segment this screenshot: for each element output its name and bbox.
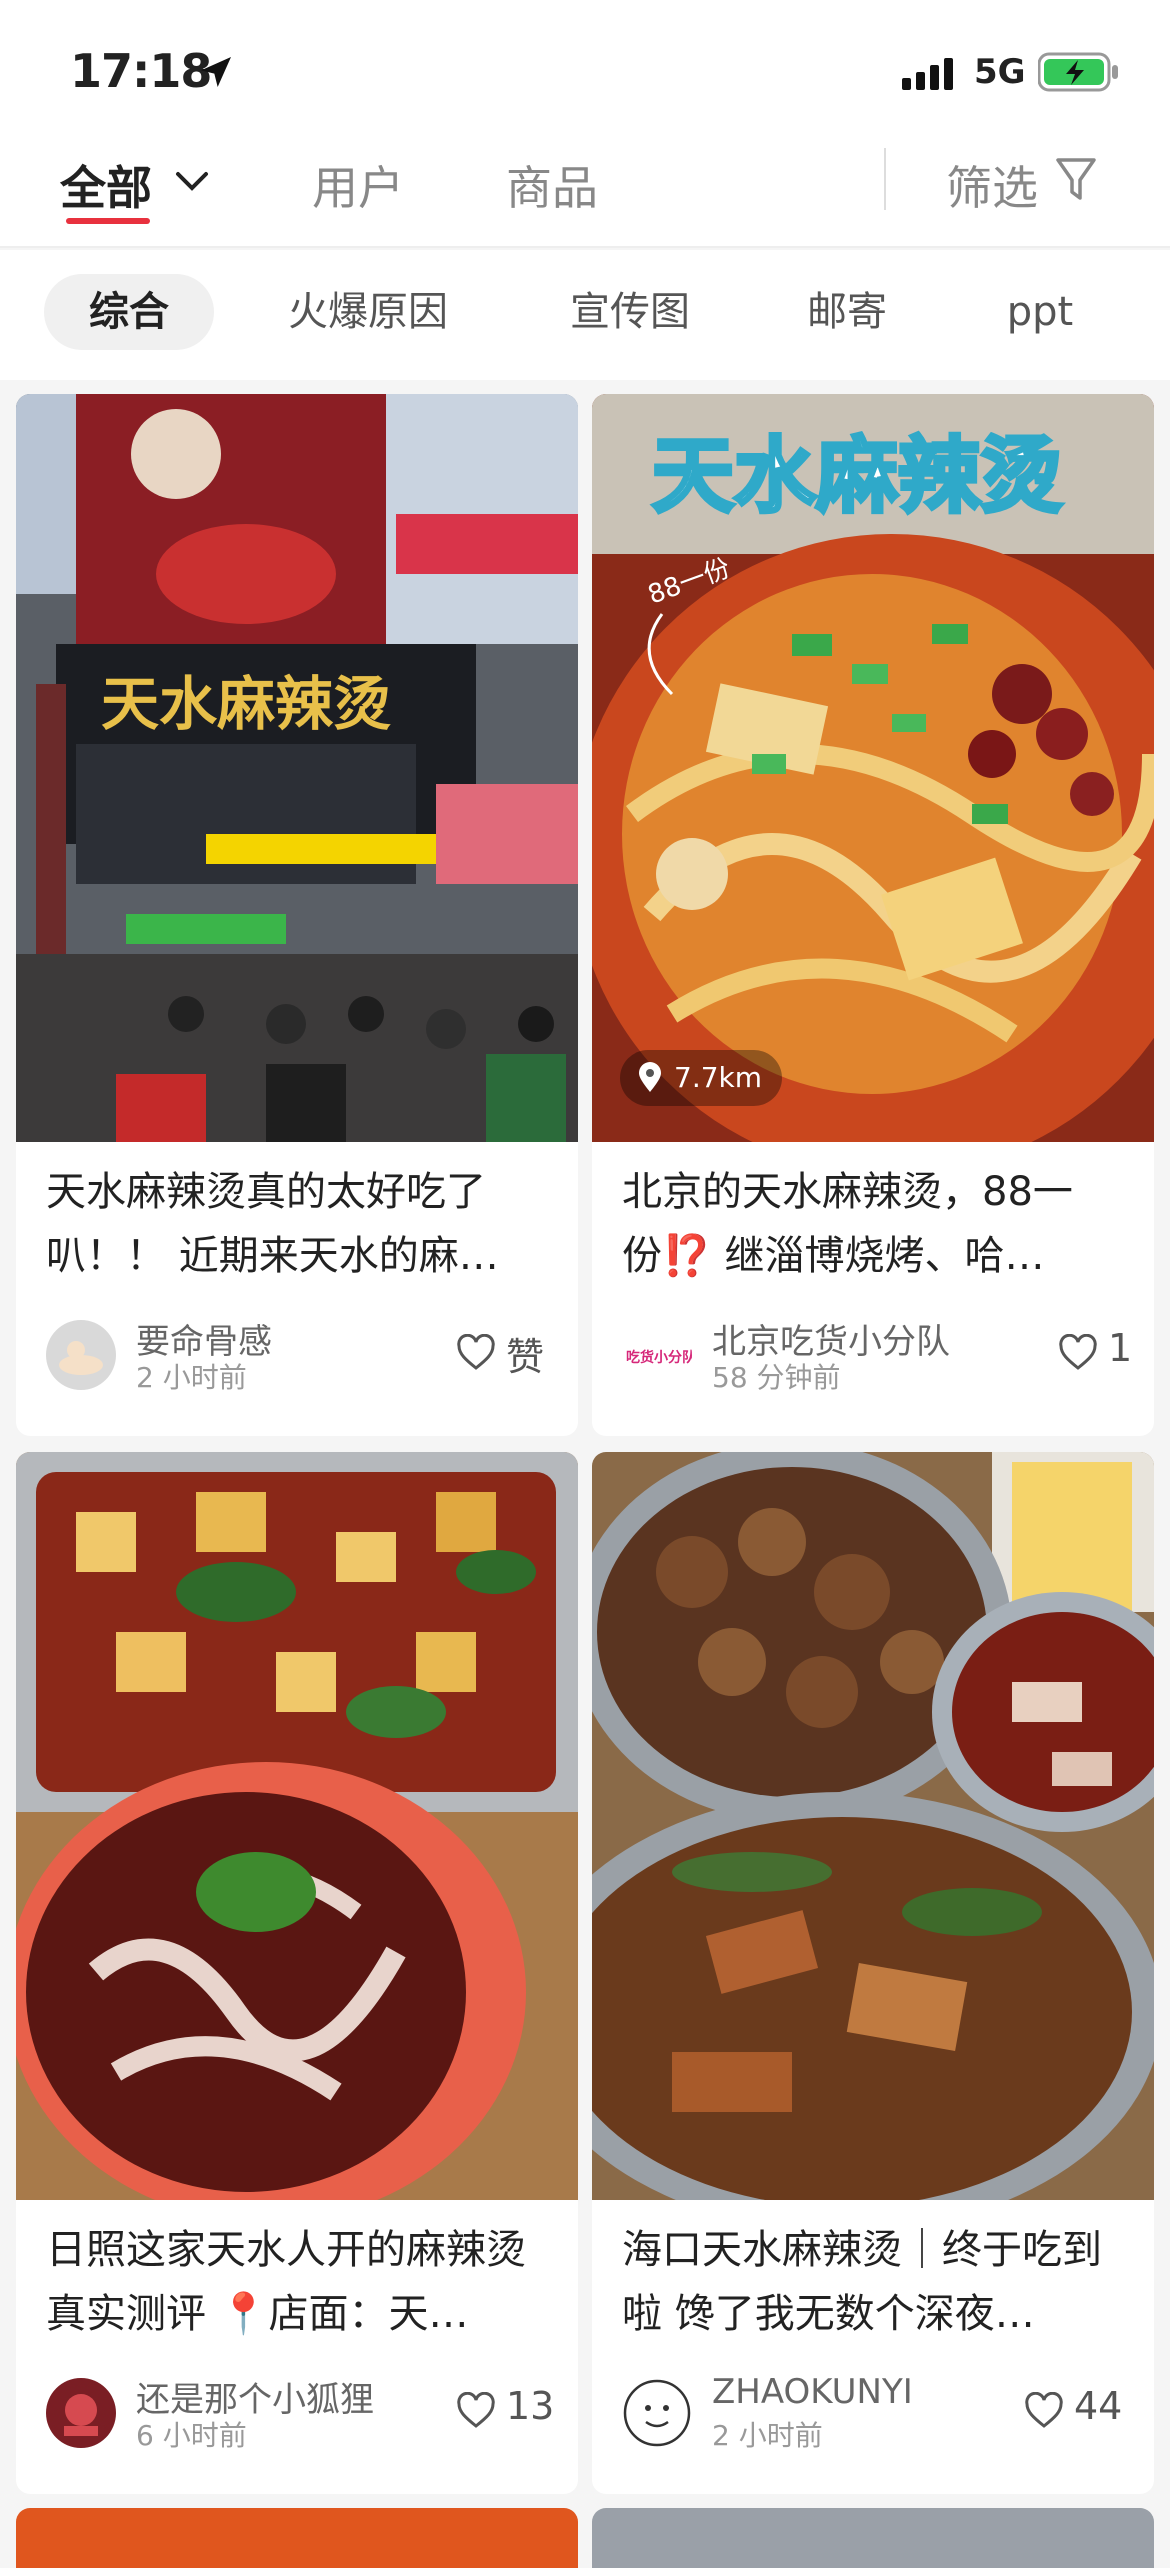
active-tab-indicator <box>66 218 150 224</box>
note-card[interactable]: 天水麻辣烫 88一份 7.7km 北京的天水麻辣烫，88一份⁉️ 继淄博烧烤、哈… <box>592 394 1154 1436</box>
bowls-of-food-photo[interactable] <box>592 1452 1154 2200</box>
heart-icon[interactable] <box>1058 1334 1098 1372</box>
status-bar: 17:18 5G <box>0 0 1170 140</box>
chip-comprehensive[interactable]: 综合 <box>44 274 214 350</box>
network-type: 5G <box>974 52 1026 92</box>
filter-funnel-icon[interactable] <box>1054 156 1098 204</box>
signal-icon <box>902 58 953 90</box>
avatar[interactable] <box>46 2378 116 2448</box>
post-time: 6 小时前 <box>136 2419 247 2452</box>
note-card[interactable]: 日照这家天水人开的麻辣烫真实测评 📍店面：天… 还是那个小狐狸 6 小时前 13 <box>16 1452 578 2494</box>
avatar[interactable] <box>622 2378 692 2448</box>
tab-all[interactable]: 全部 <box>60 152 152 224</box>
storefront-sign-text: 天水麻辣烫 <box>101 670 391 738</box>
note-card[interactable]: 天水麻辣烫 天水麻辣烫真的太好吃了叭！！ 近期来天水的麻… 要命骨感 2 小时前… <box>16 394 578 1436</box>
post-time: 58 分钟前 <box>712 1361 841 1394</box>
chip-popular-reason[interactable]: 火爆原因 <box>268 274 468 350</box>
like-count[interactable]: 1 <box>1108 1326 1132 1370</box>
storefront-photo[interactable]: 天水麻辣烫 <box>16 394 578 1142</box>
heart-icon[interactable] <box>456 2392 496 2430</box>
chip-promo-image[interactable]: 宣传图 <box>540 274 720 350</box>
like-count[interactable]: 44 <box>1074 2384 1122 2428</box>
dish-banner-text: 天水麻辣烫 <box>652 429 1062 524</box>
tab-goods[interactable]: 商品 <box>506 152 598 218</box>
post-time: 2 小时前 <box>136 1361 247 1394</box>
chevron-down-icon[interactable] <box>172 168 212 196</box>
tab-divider <box>884 148 886 210</box>
spicy-tofu-noodle-photo[interactable] <box>16 1452 578 2200</box>
note-title[interactable]: 日照这家天水人开的麻辣烫真实测评 📍店面：天… <box>46 2218 556 2346</box>
filter-chips: 综合 火爆原因 宣传图 邮寄 ppt <box>0 250 1170 380</box>
heart-icon[interactable] <box>1024 2392 1064 2430</box>
location-arrow-icon <box>201 57 231 87</box>
location-pin-icon <box>639 1062 661 1092</box>
heart-icon[interactable] <box>456 1334 496 1372</box>
battery-charging-icon <box>1038 52 1118 92</box>
author-name[interactable]: ZHAOKUNYI <box>712 2372 913 2412</box>
like-count[interactable]: 13 <box>506 2384 554 2428</box>
note-card-partial[interactable] <box>592 2508 1154 2568</box>
filter-button[interactable]: 筛选 <box>946 152 1038 218</box>
note-card-partial[interactable] <box>16 2508 578 2568</box>
avatar[interactable] <box>46 1320 116 1390</box>
avatar[interactable]: 吃货小分队 <box>622 1320 692 1390</box>
note-title[interactable]: 北京的天水麻辣烫，88一份⁉️ 继淄博烧烤、哈… <box>622 1160 1132 1288</box>
like-count[interactable]: 赞 <box>506 1326 544 1381</box>
post-time: 2 小时前 <box>712 2419 823 2452</box>
avatar-logo-text: 吃货小分队 <box>626 1349 692 1366</box>
tab-all-label: 全部 <box>60 161 152 215</box>
tab-users[interactable]: 用户 <box>312 152 404 218</box>
distance-text: 7.7km <box>674 1061 763 1094</box>
noodle-dish-photo[interactable]: 天水麻辣烫 88一份 <box>592 394 1154 1142</box>
note-title[interactable]: 海口天水麻辣烫｜终于吃到啦 馋了我无数个深夜… <box>622 2218 1132 2346</box>
distance-badge: 7.7km <box>620 1050 783 1106</box>
chip-ppt[interactable]: ppt <box>980 274 1100 350</box>
note-card[interactable]: 海口天水麻辣烫｜终于吃到啦 馋了我无数个深夜… ZHAOKUNYI 2 小时前 … <box>592 1452 1154 2494</box>
chip-mail[interactable]: 邮寄 <box>782 274 912 350</box>
status-time: 17:18 <box>70 44 212 98</box>
note-title[interactable]: 天水麻辣烫真的太好吃了叭！！ 近期来天水的麻… <box>46 1160 556 1288</box>
